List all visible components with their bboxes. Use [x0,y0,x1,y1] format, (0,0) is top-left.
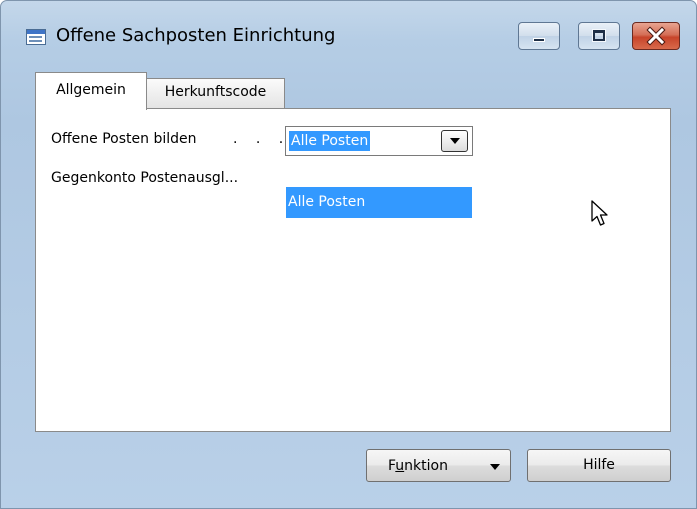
dialog-window: Offene Sachposten Einrichtung Allgemein … [0,0,697,509]
chevron-down-icon [450,138,460,144]
maximize-button[interactable] [578,22,620,50]
funktion-button-label: Funktion [388,458,448,474]
dropdown-option-alle-posten[interactable]: Alle Posten [286,187,472,218]
offene-posten-value[interactable]: Alle Posten [289,131,371,151]
funktion-button[interactable]: Funktion [366,449,511,482]
maximize-icon [592,29,606,42]
title-bar[interactable]: Offene Sachposten Einrichtung [1,1,696,81]
offene-posten-label: Offene Posten bilden [51,131,197,147]
window-title: Offene Sachposten Einrichtung [56,25,336,46]
tab-herkunftscode[interactable]: Herkunftscode [147,78,285,108]
hilfe-button[interactable]: Hilfe [527,449,671,482]
offene-posten-leader-dots: . . . [233,131,291,147]
gegenkonto-label: Gegenkonto Postenausgl... [51,170,239,186]
close-button[interactable] [632,22,680,50]
minimize-icon [533,38,545,42]
chevron-down-icon [490,464,500,470]
close-icon [646,26,666,46]
combobox-dropdown-button[interactable] [441,130,468,152]
offene-posten-dropdown-list: Alle Posten [286,156,472,218]
table-form-icon[interactable] [26,29,46,45]
mouse-pointer-icon [591,200,608,226]
minimize-button[interactable] [518,22,560,50]
dropdown-option-empty[interactable] [286,156,472,186]
offene-posten-combobox[interactable]: Alle Posten [285,126,473,156]
tab-allgemein[interactable]: Allgemein [35,72,147,110]
